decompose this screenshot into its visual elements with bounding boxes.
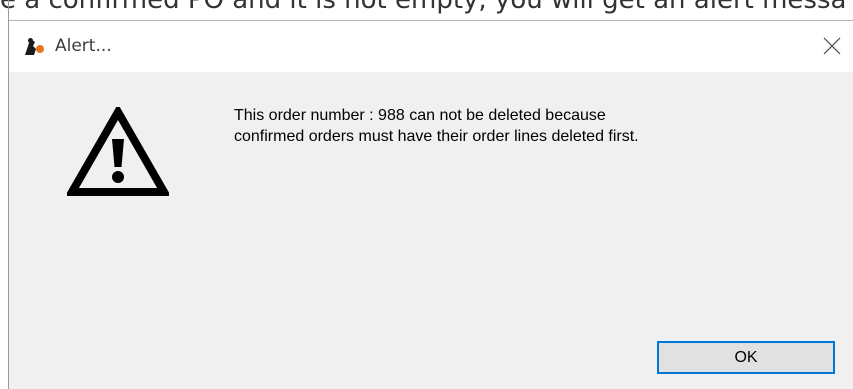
close-icon xyxy=(823,37,841,55)
alert-message: This order number : 988 can not be delet… xyxy=(234,105,814,147)
app-logo-icon xyxy=(25,38,44,55)
dialog-titlebar[interactable]: Alert... xyxy=(9,21,853,72)
alert-message-line: This order number : 988 can not be delet… xyxy=(234,107,606,124)
close-button[interactable] xyxy=(815,29,849,63)
background-document-text: e a confirmed PO and it is not empty, yo… xyxy=(0,0,847,15)
ok-button[interactable]: OK xyxy=(657,341,835,374)
dialog-title: Alert... xyxy=(55,36,112,56)
alert-dialog: Alert... This order number : 988 can not… xyxy=(9,20,853,389)
warning-exclamation-icon xyxy=(67,107,169,196)
alert-message-line: confirmed orders must have their order l… xyxy=(234,128,639,145)
